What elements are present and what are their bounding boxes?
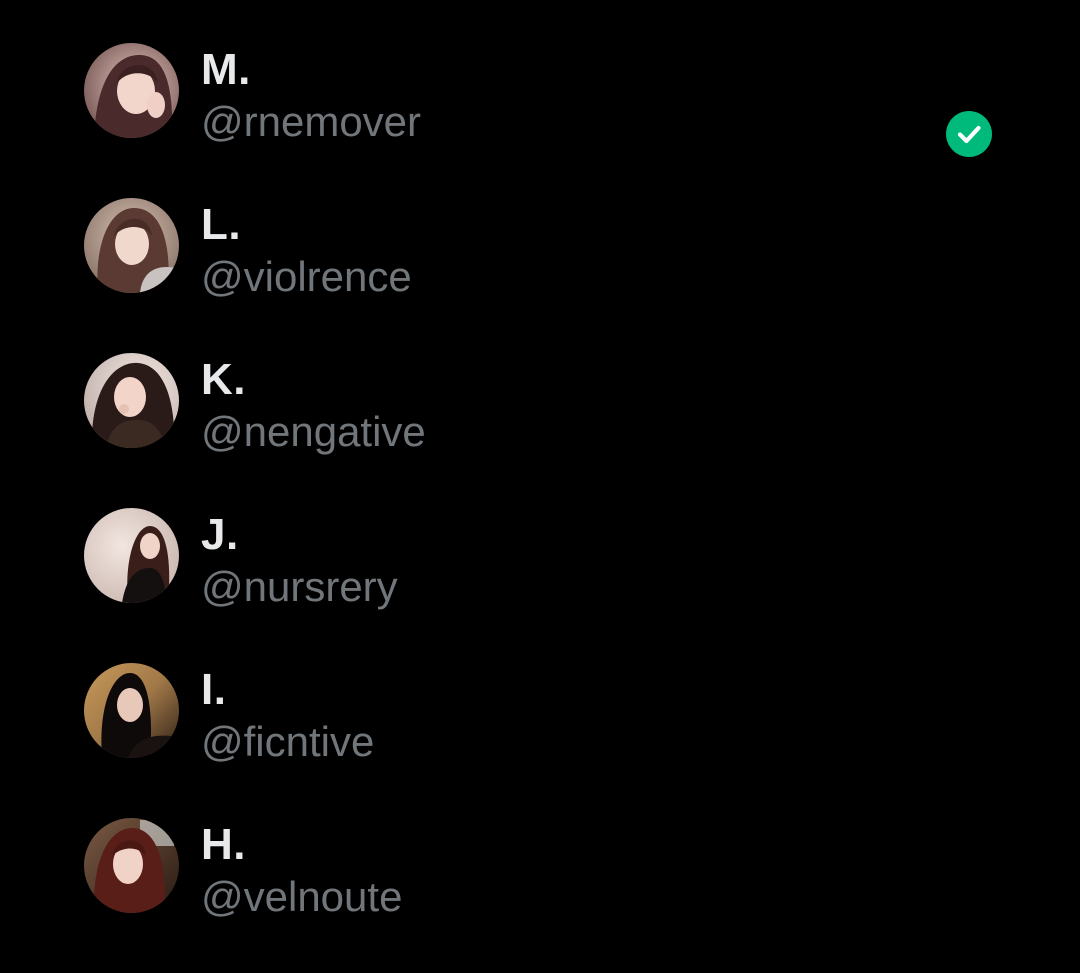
avatar xyxy=(84,43,179,138)
display-name: J. xyxy=(201,510,239,559)
account-handle: @nengative xyxy=(201,408,426,455)
account-handle: @velnoute xyxy=(201,873,403,920)
account-row-velnoute[interactable]: H. @velnoute xyxy=(0,818,1080,973)
avatar xyxy=(84,818,179,913)
avatar xyxy=(84,663,179,758)
display-name: H. xyxy=(201,820,246,869)
checkmark-circle-icon xyxy=(946,111,992,157)
account-handle: @ficntive xyxy=(201,718,375,765)
account-switcher-list: M. @rnemover L. @violrence K. @nengative… xyxy=(0,0,1080,967)
avatar xyxy=(84,508,179,603)
display-name: I. xyxy=(201,665,227,714)
account-row-rnemover[interactable]: M. @rnemover xyxy=(0,43,1080,198)
account-row-ficntive[interactable]: I. @ficntive xyxy=(0,663,1080,818)
account-row-nursrery[interactable]: J. @nursrery xyxy=(0,508,1080,663)
account-row-nengative[interactable]: K. @nengative xyxy=(0,353,1080,508)
account-handle: @violrence xyxy=(201,253,412,300)
avatar xyxy=(84,353,179,448)
display-name: M. xyxy=(201,45,251,94)
account-row-violrence[interactable]: L. @violrence xyxy=(0,198,1080,353)
account-handle: @nursrery xyxy=(201,563,398,610)
display-name: L. xyxy=(201,200,242,249)
account-handle: @rnemover xyxy=(201,98,422,145)
display-name: K. xyxy=(201,355,246,404)
avatar xyxy=(84,198,179,293)
